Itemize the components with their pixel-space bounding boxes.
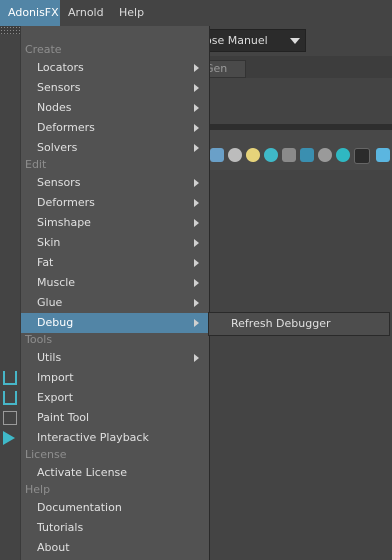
menu-item-about[interactable]: About bbox=[21, 538, 209, 558]
item-label: Deformers bbox=[37, 121, 95, 134]
playback-icon bbox=[3, 431, 15, 445]
menu-item-edit-muscle[interactable]: Muscle bbox=[21, 273, 209, 293]
menu-item-edit-debug[interactable]: Debug bbox=[21, 313, 209, 333]
menu-item-edit-deformers[interactable]: Deformers bbox=[21, 193, 209, 213]
checker-icon[interactable] bbox=[228, 148, 242, 162]
light-icon[interactable] bbox=[246, 148, 260, 162]
menu-item-create-nodes[interactable]: Nodes bbox=[21, 98, 209, 118]
section-edit: Edit bbox=[25, 158, 47, 171]
section-license: License bbox=[25, 448, 67, 461]
section-help: Help bbox=[25, 483, 51, 496]
import-icon bbox=[3, 371, 17, 385]
menu-item-tools-utils[interactable]: Utils bbox=[21, 348, 209, 368]
chevron-down-icon bbox=[290, 38, 300, 44]
menu-item-refresh-debugger[interactable]: Refresh Debugger bbox=[209, 313, 389, 335]
menu-item-tools-import[interactable]: Import bbox=[21, 368, 209, 388]
chevron-right-icon bbox=[194, 144, 199, 152]
section-create: Create bbox=[25, 43, 62, 56]
item-label: Locators bbox=[37, 61, 84, 74]
item-label: Nodes bbox=[37, 101, 72, 114]
menu-item-edit-fat[interactable]: Fat bbox=[21, 253, 209, 273]
chevron-right-icon bbox=[194, 259, 199, 267]
plane-icon[interactable] bbox=[300, 148, 314, 162]
menu-bar: AdonisFX Arnold Help bbox=[0, 0, 392, 26]
chevron-right-icon bbox=[194, 179, 199, 187]
item-label: Interactive Playback bbox=[37, 431, 149, 444]
menu-item-edit-glue[interactable]: Glue bbox=[21, 293, 209, 313]
workspace-dropdown[interactable]: ose Manuel bbox=[200, 29, 306, 52]
item-label: Utils bbox=[37, 351, 62, 364]
item-label: Sensors bbox=[37, 81, 81, 94]
item-label: About bbox=[37, 541, 70, 554]
menu-item-edit-skin[interactable]: Skin bbox=[21, 233, 209, 253]
item-label: Skin bbox=[37, 236, 61, 249]
menu-item-tools-export[interactable]: Export bbox=[21, 388, 209, 408]
sphere-icon[interactable] bbox=[264, 148, 278, 162]
item-label: Glue bbox=[37, 296, 63, 309]
menu-item-edit-sensors[interactable]: Sensors bbox=[21, 173, 209, 193]
adonisfx-dropdown-menu: Create Locators Sensors Nodes Deformers … bbox=[20, 26, 210, 560]
ring-icon[interactable] bbox=[336, 148, 350, 162]
item-label: Muscle bbox=[37, 276, 76, 289]
shade-icon[interactable] bbox=[318, 148, 332, 162]
item-label: Debug bbox=[37, 316, 74, 329]
paint-tool-icon bbox=[3, 411, 17, 425]
menu-item-documentation[interactable]: Documentation bbox=[21, 498, 209, 518]
item-label: Tutorials bbox=[37, 521, 84, 534]
item-label: Documentation bbox=[37, 501, 122, 514]
cube-icon[interactable] bbox=[210, 148, 224, 162]
chevron-right-icon bbox=[194, 319, 199, 327]
menu-item-edit-simshape[interactable]: Simshape bbox=[21, 213, 209, 233]
menu-help[interactable]: Help bbox=[111, 0, 152, 26]
item-label: Deformers bbox=[37, 196, 95, 209]
chevron-right-icon bbox=[194, 124, 199, 132]
frame-icon[interactable] bbox=[376, 148, 390, 162]
shelf-area bbox=[200, 78, 392, 122]
item-label: Activate License bbox=[37, 466, 128, 479]
chevron-right-icon bbox=[194, 104, 199, 112]
item-label: Paint Tool bbox=[37, 411, 90, 424]
menu-item-tools-paint-tool[interactable]: Paint Tool bbox=[21, 408, 209, 428]
chevron-right-icon bbox=[194, 64, 199, 72]
item-label: Import bbox=[37, 371, 74, 384]
menu-item-create-solvers[interactable]: Solvers bbox=[21, 138, 209, 158]
item-label: Export bbox=[37, 391, 74, 404]
chevron-right-icon bbox=[194, 354, 199, 362]
section-tools: Tools bbox=[25, 333, 53, 346]
left-gutter bbox=[0, 34, 20, 560]
item-label: Fat bbox=[37, 256, 54, 269]
chevron-right-icon bbox=[194, 84, 199, 92]
menu-arnold[interactable]: Arnold bbox=[60, 0, 112, 26]
menu-item-tutorials[interactable]: Tutorials bbox=[21, 518, 209, 538]
joint-icon[interactable] bbox=[282, 148, 296, 162]
debug-submenu: Refresh Debugger bbox=[208, 312, 390, 336]
chevron-right-icon bbox=[194, 219, 199, 227]
viewport bbox=[200, 170, 392, 560]
item-label: Refresh Debugger bbox=[231, 317, 331, 330]
export-icon bbox=[3, 391, 17, 405]
menu-item-create-deformers[interactable]: Deformers bbox=[21, 118, 209, 138]
chevron-right-icon bbox=[194, 239, 199, 247]
chevron-right-icon bbox=[194, 199, 199, 207]
menu-item-create-sensors[interactable]: Sensors bbox=[21, 78, 209, 98]
menu-adonisfx[interactable]: AdonisFX bbox=[0, 0, 60, 26]
chevron-right-icon bbox=[194, 279, 199, 287]
item-label: Simshape bbox=[37, 216, 91, 229]
menu-item-tools-interactive-playback[interactable]: Interactive Playback bbox=[21, 428, 209, 448]
item-label: Sensors bbox=[37, 176, 81, 189]
box-icon[interactable] bbox=[354, 148, 370, 164]
workspace-value: ose Manuel bbox=[205, 34, 268, 47]
item-label: Solvers bbox=[37, 141, 78, 154]
menu-item-create-locators[interactable]: Locators bbox=[21, 58, 209, 78]
chevron-right-icon bbox=[194, 299, 199, 307]
menu-item-activate-license[interactable]: Activate License bbox=[21, 463, 209, 483]
